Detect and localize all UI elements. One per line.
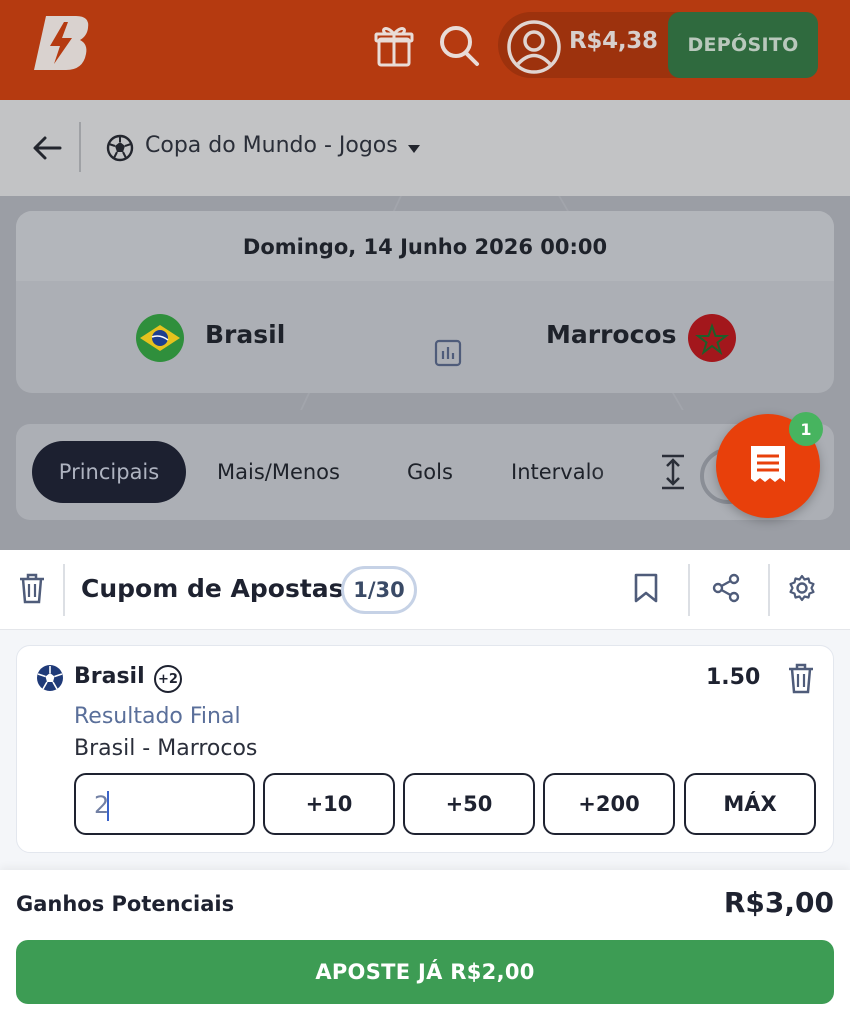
brand-logo[interactable]: [30, 14, 92, 72]
gift-icon[interactable]: [374, 22, 414, 68]
betslip-count-badge: 1: [789, 412, 823, 446]
match-date: Domingo, 14 Junho 2026 00:00: [242, 235, 608, 259]
bet-count-pill: 1/30: [341, 566, 417, 614]
event-name: Brasil - Marrocos: [74, 736, 258, 761]
search-icon[interactable]: [438, 22, 479, 68]
tab-mais-menos[interactable]: Mais/Menos: [217, 441, 340, 503]
remove-bet-trash-icon[interactable]: [787, 662, 815, 694]
header-divider: [768, 564, 770, 616]
stats-icon[interactable]: [434, 339, 462, 367]
brazil-flag-icon: [136, 314, 184, 362]
market-name: Resultado Final: [74, 704, 241, 729]
bookmark-icon[interactable]: [630, 572, 662, 604]
match-date-row: Domingo, 14 Junho 2026 00:00: [16, 211, 834, 281]
nav-divider: [79, 122, 81, 172]
share-icon[interactable]: [710, 572, 742, 604]
away-team-name: Marrocos: [546, 320, 677, 349]
header-divider: [688, 564, 690, 616]
selection-name: Brasil: [74, 664, 145, 689]
potential-winnings-value: R$3,00: [723, 886, 834, 919]
settings-icon[interactable]: [786, 572, 818, 604]
back-arrow-icon[interactable]: [30, 132, 64, 164]
morocco-flag-icon: [688, 314, 736, 362]
competition-selector[interactable]: Copa do Mundo - Jogos: [145, 133, 398, 158]
betslip-header: Cupom de Apostas 1/30: [0, 550, 850, 630]
receipt-icon: [751, 446, 785, 482]
soccer-ball-icon: [36, 664, 64, 692]
stake-input[interactable]: 2: [74, 773, 255, 835]
trash-icon[interactable]: [18, 572, 46, 604]
quick-stake-50-button[interactable]: +50: [403, 773, 535, 835]
more-selections-badge[interactable]: +2: [154, 665, 182, 693]
expand-icon[interactable]: [660, 454, 686, 490]
bet-odds: 1.50: [706, 665, 761, 690]
tab-principais[interactable]: Principais: [32, 441, 186, 503]
header-divider: [63, 564, 65, 616]
soccer-ball-icon: [106, 134, 134, 162]
quick-stake-10-button[interactable]: +10: [263, 773, 395, 835]
deposit-button[interactable]: DEPÓSITO: [668, 12, 818, 78]
competition-nav: Copa do Mundo - Jogos: [0, 100, 850, 196]
home-team-name: Brasil: [205, 320, 286, 349]
tab-gols[interactable]: Gols: [407, 441, 453, 503]
caret-down-icon[interactable]: [406, 143, 422, 155]
balance-amount: R$4,38: [569, 28, 658, 54]
potential-winnings-label: Ganhos Potenciais: [16, 892, 235, 916]
betslip-title: Cupom de Apostas: [81, 574, 344, 603]
match-hero: Domingo, 14 Junho 2026 00:00 Brasil Marr…: [0, 196, 850, 410]
tabs-fade: [590, 424, 660, 520]
text-cursor: [107, 791, 109, 821]
market-tabs: Principais Mais/Menos Gols Intervalo: [16, 424, 834, 520]
match-card: Domingo, 14 Junho 2026 00:00 Brasil Marr…: [16, 211, 834, 393]
max-stake-button[interactable]: MÁX: [684, 773, 816, 835]
user-icon[interactable]: [506, 19, 562, 75]
place-bet-button[interactable]: APOSTE JÁ R$2,00: [16, 940, 834, 1004]
quick-stake-200-button[interactable]: +200: [543, 773, 675, 835]
